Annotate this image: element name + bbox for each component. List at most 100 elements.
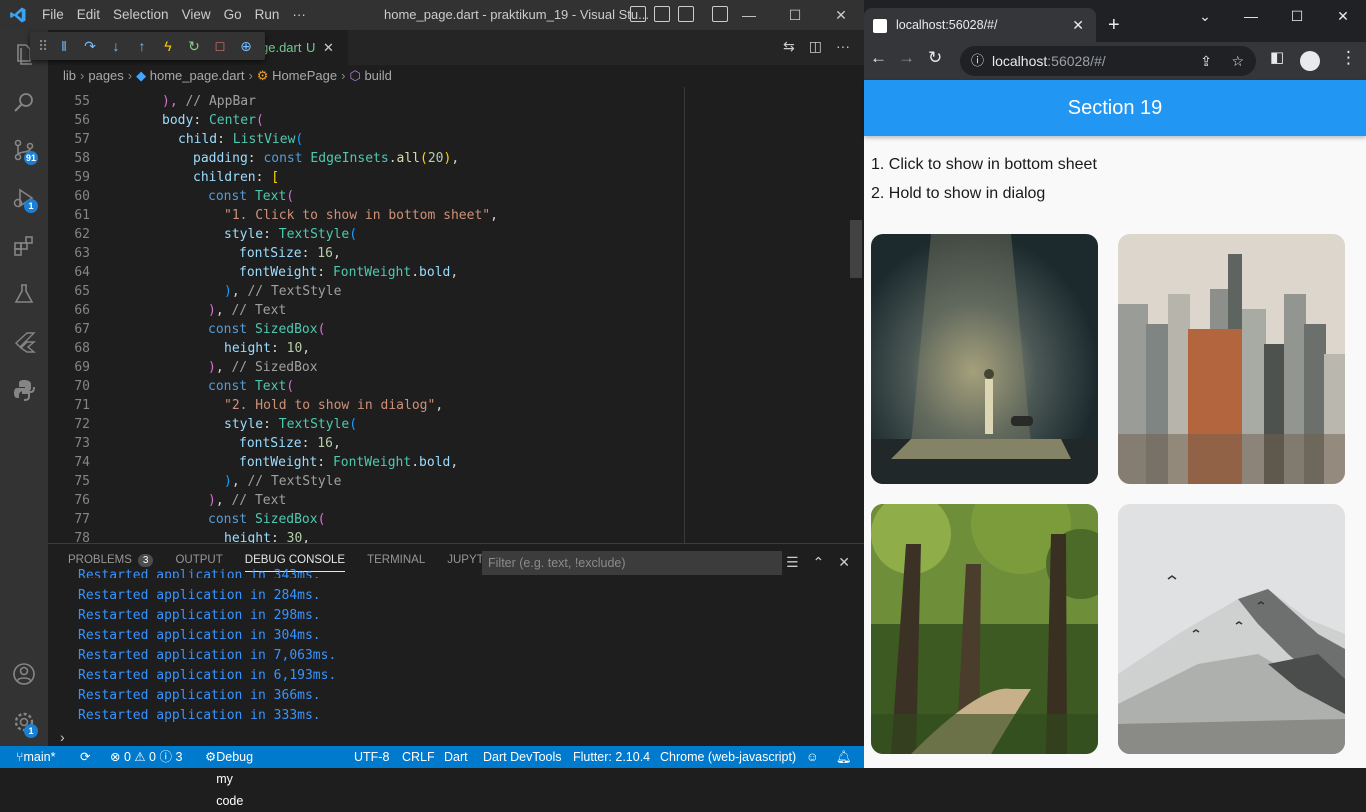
menu-go[interactable]: Go	[224, 0, 253, 30]
code-line: ), // TextStyle	[224, 474, 342, 489]
log-line: Restarted application in 298ms.	[78, 608, 321, 623]
address-bar[interactable]: ⓘ localhost:56028/#/ ⇪ ☆	[960, 46, 1256, 76]
share-icon[interactable]: ⇪	[1200, 46, 1212, 76]
flutter-favicon-icon	[873, 19, 887, 33]
image-card-city[interactable]	[1118, 234, 1345, 484]
step-out-icon[interactable]: ↑	[134, 38, 150, 54]
extensions-icon[interactable]	[12, 234, 36, 258]
step-into-icon[interactable]: ↓	[108, 38, 124, 54]
flutter-icon[interactable]	[12, 330, 36, 354]
line-number: 71	[74, 398, 90, 413]
encoding-status[interactable]: UTF-8	[354, 746, 389, 768]
clear-console-icon[interactable]: ☰	[786, 554, 799, 571]
line-number: 76	[74, 493, 90, 508]
search-icon[interactable]	[12, 90, 36, 114]
drag-handle-icon[interactable]: ⠿	[38, 38, 48, 55]
devtools-icon[interactable]: ⊕	[238, 38, 254, 55]
console-input-chevron-icon[interactable]: ›	[60, 729, 65, 745]
toggle-sidebar-icon[interactable]	[630, 6, 646, 22]
close-button[interactable]: ✕	[818, 0, 864, 30]
python-icon[interactable]	[12, 378, 36, 402]
reload-icon[interactable]: ↻	[928, 48, 942, 68]
line-number: 67	[74, 322, 90, 337]
image-card-street[interactable]	[871, 234, 1098, 484]
line-number: 57	[74, 132, 90, 147]
account-icon[interactable]	[12, 662, 36, 686]
browser-tab[interactable]: localhost:56028/#/ ✕	[864, 8, 1096, 42]
language-status[interactable]: Dart	[444, 746, 468, 768]
menu-run[interactable]: Run	[255, 0, 291, 30]
device-status[interactable]: Chrome (web-javascript)	[660, 746, 796, 768]
bookmark-star-icon[interactable]: ☆	[1231, 46, 1244, 76]
maximize-button[interactable]: ☐	[1274, 0, 1320, 32]
editor-scrollbar[interactable]	[850, 220, 862, 278]
breadcrumb-pages[interactable]: pages	[88, 68, 123, 83]
profile-avatar-icon[interactable]	[1300, 51, 1320, 71]
branch-status[interactable]: ⑂ main*	[16, 746, 55, 768]
vscode-logo-icon	[10, 7, 26, 23]
compare-changes-icon[interactable]: ⇆	[783, 38, 795, 55]
feedback-icon[interactable]: ☺	[806, 746, 819, 768]
devtools-status[interactable]: Dart DevTools	[483, 746, 562, 768]
more-actions-icon[interactable]: ···	[836, 38, 850, 55]
filter-input[interactable]: Filter (e.g. text, !exclude)	[482, 551, 782, 575]
image-card-forest[interactable]	[871, 504, 1098, 754]
tab-search-icon[interactable]: ⌄	[1182, 0, 1228, 32]
hot-reload-icon[interactable]: ϟ	[160, 38, 176, 54]
side-panel-icon[interactable]: ◧	[1270, 48, 1284, 66]
debug-status[interactable]: ⚙ Debug my code	[205, 746, 253, 808]
breadcrumb-method[interactable]: build	[364, 68, 391, 83]
menu-more[interactable]: ···	[292, 0, 317, 30]
minimize-button[interactable]: —	[726, 0, 772, 30]
sync-icon[interactable]: ⟳	[80, 746, 90, 768]
step-over-icon[interactable]: ↷	[82, 38, 98, 55]
breadcrumb: lib › pages › ◆ home_page.dart › ⚙ HomePage › ⬡ …	[48, 65, 864, 87]
line-number: 61	[74, 208, 90, 223]
close-button[interactable]: ✕	[1320, 0, 1366, 32]
line-number: 58	[74, 151, 90, 166]
url-host: localhost	[992, 53, 1048, 69]
menu-file[interactable]: File	[42, 0, 75, 30]
menu-selection[interactable]: Selection	[113, 0, 180, 30]
code-line: ), // AppBar	[162, 94, 256, 109]
toggle-secondary-sidebar-icon[interactable]	[678, 6, 694, 22]
chrome-menu-icon[interactable]: ⋮	[1340, 48, 1357, 68]
flutter-version-status[interactable]: Flutter: 2.10.4	[573, 746, 650, 768]
maximize-panel-icon[interactable]: ⌃	[813, 554, 825, 571]
menu-view[interactable]: View	[182, 0, 222, 30]
back-icon[interactable]: ←	[870, 48, 887, 68]
code-line: body: Center(	[162, 113, 264, 128]
line-number: 64	[74, 265, 90, 280]
stop-icon[interactable]: □	[212, 38, 228, 54]
image-card-mountain[interactable]	[1118, 504, 1345, 754]
new-tab-icon[interactable]: +	[1108, 8, 1120, 42]
code-line: fontWeight: FontWeight.bold,	[239, 455, 459, 470]
line-number: 59	[74, 170, 90, 185]
split-editor-icon[interactable]: ◫	[809, 38, 822, 55]
tab-close-icon[interactable]: ✕	[323, 30, 334, 65]
eol-status[interactable]: CRLF	[402, 746, 435, 768]
flutter-app-bar: Section 19	[864, 80, 1366, 136]
testing-icon[interactable]	[12, 282, 36, 306]
minimize-button[interactable]: —	[1228, 0, 1274, 32]
code-editor[interactable]: 55), // AppBar 56 body: Center( 57 child: …	[48, 87, 864, 543]
line-number: 75	[74, 474, 90, 489]
class-icon: ⚙	[256, 68, 269, 83]
toggle-panel-icon[interactable]	[654, 6, 670, 22]
close-panel-icon[interactable]: ✕	[838, 554, 850, 571]
breadcrumb-lib[interactable]: lib	[63, 68, 76, 83]
maximize-button[interactable]: ☐	[772, 0, 818, 30]
pause-icon[interactable]: ‖	[56, 38, 72, 54]
breadcrumb-file[interactable]: home_page.dart	[150, 68, 245, 83]
url-rest: :56028/#/	[1047, 53, 1106, 69]
tab-terminal[interactable]: TERMINAL	[367, 554, 425, 572]
forward-icon[interactable]: →	[898, 48, 915, 68]
menu-edit[interactable]: Edit	[77, 0, 111, 30]
code-line: const SizedBox(	[208, 322, 326, 337]
site-info-icon[interactable]: ⓘ	[971, 46, 984, 76]
breadcrumb-class[interactable]: HomePage	[272, 68, 337, 83]
tab-close-icon[interactable]: ✕	[1072, 8, 1084, 42]
notifications-icon[interactable]: 🔔︎	[836, 746, 852, 768]
problems-status[interactable]: ⊗ 0 ⚠ 0 ⓘ 3	[110, 746, 182, 768]
restart-icon[interactable]: ↻	[186, 38, 202, 55]
